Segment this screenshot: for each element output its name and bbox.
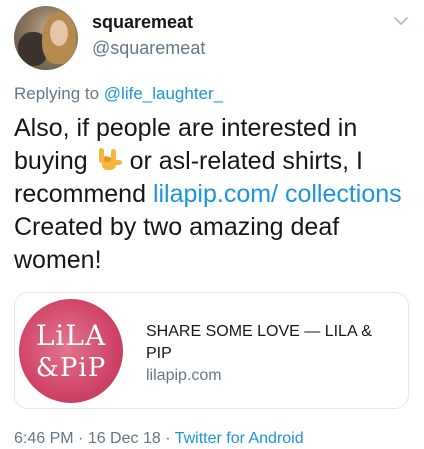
avatar-face — [50, 20, 68, 46]
card-domain: lilapip.com — [146, 367, 222, 384]
tweet-time: 6:46 PM — [14, 430, 74, 447]
tweet-link[interactable]: lilapip.com/ collections — [153, 180, 402, 208]
author-handle[interactable]: @squaremeat — [92, 38, 205, 59]
logo-text-line1: LiLA — [35, 319, 107, 352]
tweet-meta: 6:46 PM · 16 Dec 18 · Twitter for Androi… — [14, 430, 304, 448]
reply-context: Replying to @life_laughter_ — [14, 84, 223, 104]
meta-separator: · — [160, 430, 175, 447]
link-preview-card[interactable]: LiLA &PiP SHARE SOME LOVE — LILA & PIP l… — [14, 292, 409, 409]
tweet-date: 16 Dec 18 — [87, 430, 161, 447]
logo-text-line2: &PiP — [35, 353, 107, 383]
author-avatar[interactable] — [14, 6, 78, 70]
reply-mention-link[interactable]: @life_laughter_ — [104, 84, 223, 103]
tweet-text-part3: Created by two amazing deaf women! — [14, 213, 340, 274]
card-thumbnail: LiLA &PiP — [15, 293, 133, 408]
card-title: SHARE SOME LOVE — LILA & PIP — [146, 323, 372, 362]
tweet-source-link[interactable]: Twitter for Android — [175, 430, 304, 447]
author-name[interactable]: squaremeat — [92, 12, 193, 33]
reply-prefix: Replying to — [14, 84, 104, 103]
tweet-text: Also, if people are interested in buying… — [14, 112, 414, 277]
chevron-down-icon[interactable] — [392, 12, 410, 30]
love-you-hand-sign-icon — [98, 148, 122, 170]
meta-separator: · — [73, 430, 88, 447]
